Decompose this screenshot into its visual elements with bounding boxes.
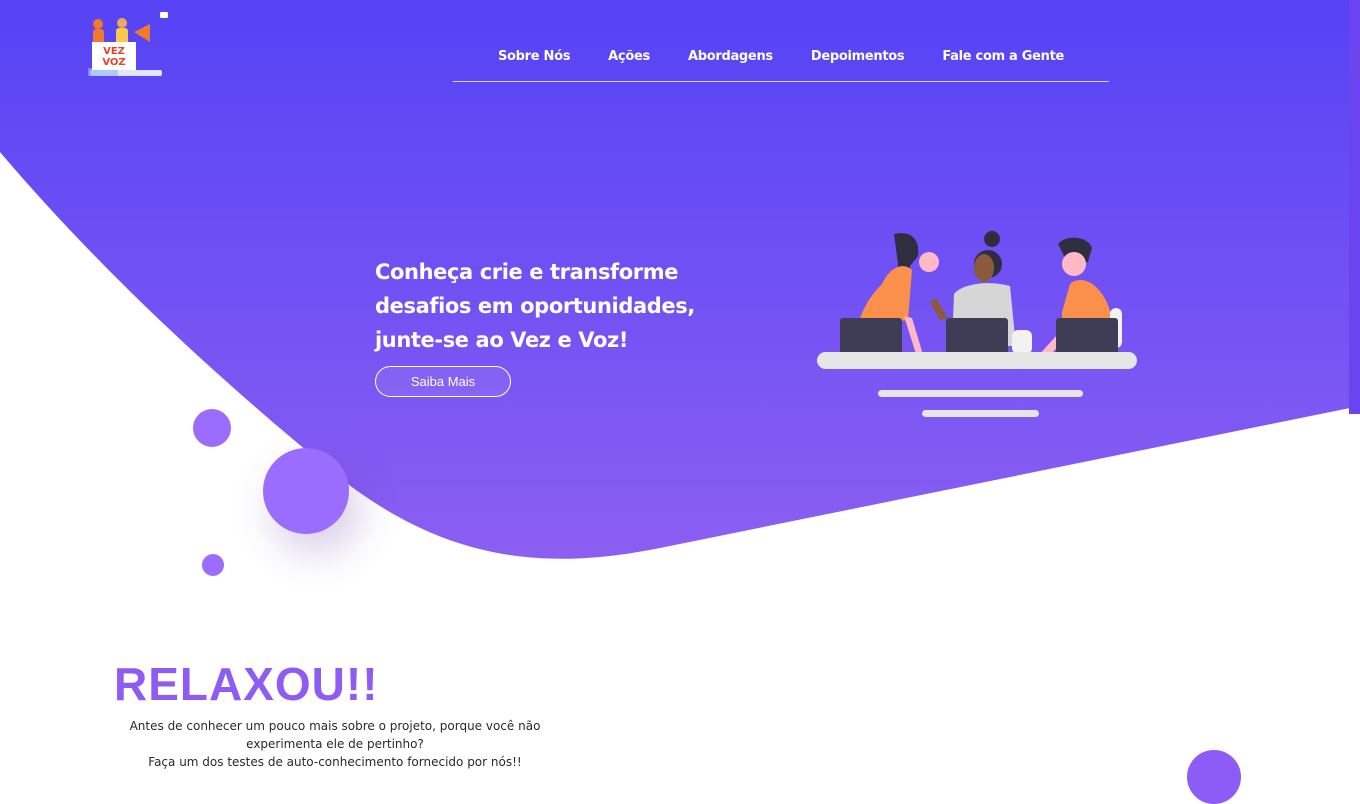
saiba-mais-button[interactable]: Saiba Mais xyxy=(375,366,511,397)
relaxou-description: Antes de conhecer um pouco mais sobre o … xyxy=(110,717,560,771)
decorative-bubble-bottom-right xyxy=(1187,750,1241,804)
relaxou-line-2: experimenta ele de pertinho? xyxy=(246,737,424,751)
hero-background xyxy=(0,0,1350,559)
nav-item-depoimentos[interactable]: Depoimentos xyxy=(811,40,905,74)
nav-item-sobre-nos[interactable]: Sobre Nós xyxy=(498,40,571,74)
nav-item-fale-com-a-gente[interactable]: Fale com a Gente xyxy=(942,40,1064,74)
decorative-bubble-large xyxy=(263,448,349,534)
decorative-bubble-small xyxy=(193,409,231,447)
team-at-laptops-illustration-icon xyxy=(812,226,1142,422)
hero-text-block: Conheça crie e transforme desafios em op… xyxy=(375,255,735,357)
main-navigation: Sobre Nós Ações Abordagens Depoimentos F… xyxy=(453,40,1109,82)
nav-item-abordagens[interactable]: Abordagens xyxy=(688,40,773,74)
right-accent-strip xyxy=(1349,0,1360,414)
vez-voz-logo-icon[interactable]: VEZ VOZ xyxy=(84,12,168,82)
logo-text-bottom: VOZ xyxy=(102,57,125,68)
relaxou-line-3: Faça um dos testes de auto-conhecimento … xyxy=(148,755,522,769)
decorative-bubble-tiny xyxy=(202,554,224,576)
logo-text-top: VEZ xyxy=(103,46,125,57)
hero-title-line-2: desafios em oportunidades, xyxy=(375,294,695,318)
hero-title-line-1: Conheça crie e transforme xyxy=(375,260,679,284)
relaxou-line-1: Antes de conhecer um pouco mais sobre o … xyxy=(129,719,541,733)
hero-title-line-3: junte-se ao Vez e Voz! xyxy=(375,328,629,352)
relaxou-heading: RELAXOU!! xyxy=(114,658,379,710)
nav-item-acoes[interactable]: Ações xyxy=(608,40,650,74)
